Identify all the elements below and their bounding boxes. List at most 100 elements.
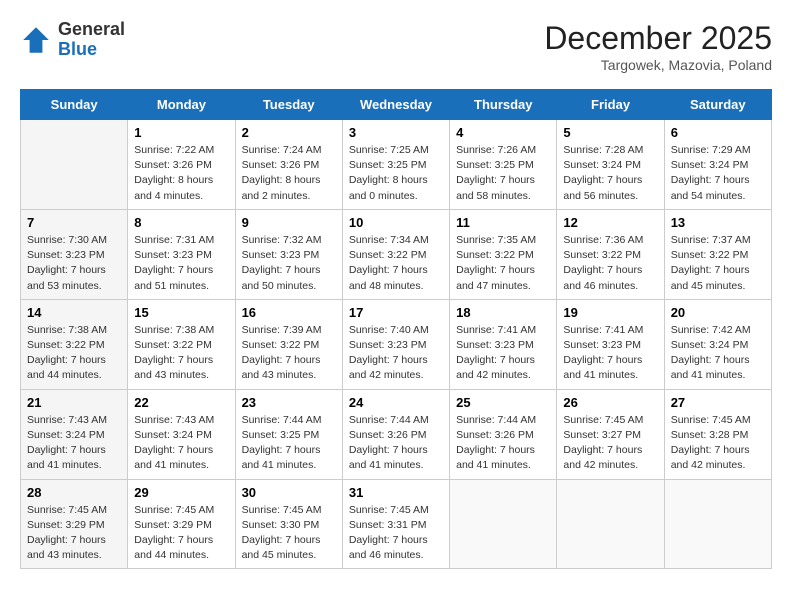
day-number: 13 [671,215,765,230]
day-info: Sunrise: 7:24 AMSunset: 3:26 PMDaylight:… [242,143,336,204]
location: Targowek, Mazovia, Poland [544,57,772,73]
day-info: Sunrise: 7:28 AMSunset: 3:24 PMDaylight:… [563,143,657,204]
day-cell: 24 Sunrise: 7:44 AMSunset: 3:26 PMDayligh… [342,389,449,479]
day-cell: 28Sunrise: 7:45 AMSunset: 3:29 PMDayligh… [21,479,128,569]
day-info: Sunrise: 7:26 AMSunset: 3:25 PMDaylight:… [456,143,550,204]
day-number: 11 [456,215,550,230]
day-number: 10 [349,215,443,230]
day-number: 18 [456,305,550,320]
week-row-5: 28Sunrise: 7:45 AMSunset: 3:29 PMDayligh… [21,479,772,569]
day-cell: 22Sunrise: 7:43 AMSunset: 3:24 PMDayligh… [128,389,235,479]
title-block: December 2025 Targowek, Mazovia, Poland [544,20,772,73]
day-number: 2 [242,125,336,140]
logo-general: General [58,19,125,39]
header-cell-thursday: Thursday [450,90,557,120]
day-cell: 20 Sunrise: 7:42 AMSunset: 3:24 PMDayligh… [664,299,771,389]
day-number: 16 [242,305,336,320]
day-info: Sunrise: 7:32 AMSunset: 3:23 PMDaylight:… [242,233,336,294]
calendar-body: 1 Sunrise: 7:22 AMSunset: 3:26 PMDaylight… [21,120,772,569]
day-info: Sunrise: 7:45 AMSunset: 3:29 PMDaylight:… [27,503,121,564]
day-info: Sunrise: 7:42 AMSunset: 3:24 PMDaylight:… [671,323,765,384]
day-info: Sunrise: 7:30 AMSunset: 3:23 PMDaylight:… [27,233,121,294]
day-number: 31 [349,485,443,500]
day-info: Sunrise: 7:22 AMSunset: 3:26 PMDaylight:… [134,143,228,204]
day-cell: 31 Sunrise: 7:45 AMSunset: 3:31 PMDayligh… [342,479,449,569]
day-number: 9 [242,215,336,230]
day-info: Sunrise: 7:37 AMSunset: 3:22 PMDaylight:… [671,233,765,294]
header-cell-tuesday: Tuesday [235,90,342,120]
day-info: Sunrise: 7:44 AMSunset: 3:25 PMDaylight:… [242,413,336,474]
day-number: 1 [134,125,228,140]
day-number: 17 [349,305,443,320]
day-number: 29 [134,485,228,500]
day-cell: 14 Sunrise: 7:38 AMSunset: 3:22 PMDayligh… [21,299,128,389]
logo-blue: Blue [58,39,97,59]
day-number: 22 [134,395,228,410]
day-info: Sunrise: 7:31 AMSunset: 3:23 PMDaylight:… [134,233,228,294]
header-cell-sunday: Sunday [21,90,128,120]
day-cell: 3 Sunrise: 7:25 AMSunset: 3:25 PMDaylight… [342,120,449,210]
day-cell: 9 Sunrise: 7:32 AMSunset: 3:23 PMDaylight… [235,209,342,299]
day-cell: 29 Sunrise: 7:45 AMSunset: 3:29 PMDayligh… [128,479,235,569]
day-cell: 21 Sunrise: 7:43 AMSunset: 3:24 PMDayligh… [21,389,128,479]
day-cell: 8 Sunrise: 7:31 AMSunset: 3:23 PMDaylight… [128,209,235,299]
logo: General Blue [20,20,125,60]
day-info: Sunrise: 7:40 AMSunset: 3:23 PMDaylight:… [349,323,443,384]
day-cell: 25Sunrise: 7:44 AMSunset: 3:26 PMDayligh… [450,389,557,479]
day-cell: 10 Sunrise: 7:34 AMSunset: 3:22 PMDayligh… [342,209,449,299]
header-cell-saturday: Saturday [664,90,771,120]
day-number: 19 [563,305,657,320]
day-cell: 30Sunrise: 7:45 AMSunset: 3:30 PMDayligh… [235,479,342,569]
page-header: General Blue December 2025 Targowek, Maz… [20,20,772,73]
day-cell: 2 Sunrise: 7:24 AMSunset: 3:26 PMDaylight… [235,120,342,210]
day-number: 7 [27,215,121,230]
day-info: Sunrise: 7:44 AMSunset: 3:26 PMDaylight:… [349,413,443,474]
logo-text: General Blue [58,20,125,60]
day-info: Sunrise: 7:45 AMSunset: 3:30 PMDaylight:… [242,503,336,564]
day-number: 3 [349,125,443,140]
header-cell-friday: Friday [557,90,664,120]
day-cell: 4 Sunrise: 7:26 AMSunset: 3:25 PMDaylight… [450,120,557,210]
day-cell: 23Sunrise: 7:44 AMSunset: 3:25 PMDayligh… [235,389,342,479]
day-info: Sunrise: 7:25 AMSunset: 3:25 PMDaylight:… [349,143,443,204]
day-cell: 15Sunrise: 7:38 AMSunset: 3:22 PMDayligh… [128,299,235,389]
day-cell: 19 Sunrise: 7:41 AMSunset: 3:23 PMDayligh… [557,299,664,389]
day-info: Sunrise: 7:43 AMSunset: 3:24 PMDaylight:… [27,413,121,474]
day-cell [664,479,771,569]
day-number: 24 [349,395,443,410]
day-cell: 7 Sunrise: 7:30 AMSunset: 3:23 PMDaylight… [21,209,128,299]
week-row-1: 1 Sunrise: 7:22 AMSunset: 3:26 PMDaylight… [21,120,772,210]
day-number: 8 [134,215,228,230]
day-cell: 6 Sunrise: 7:29 AMSunset: 3:24 PMDaylight… [664,120,771,210]
day-cell: 17 Sunrise: 7:40 AMSunset: 3:23 PMDayligh… [342,299,449,389]
day-info: Sunrise: 7:29 AMSunset: 3:24 PMDaylight:… [671,143,765,204]
day-cell [450,479,557,569]
day-number: 5 [563,125,657,140]
day-cell: 26Sunrise: 7:45 AMSunset: 3:27 PMDayligh… [557,389,664,479]
week-row-3: 14 Sunrise: 7:38 AMSunset: 3:22 PMDayligh… [21,299,772,389]
day-cell: 16Sunrise: 7:39 AMSunset: 3:22 PMDayligh… [235,299,342,389]
day-info: Sunrise: 7:34 AMSunset: 3:22 PMDaylight:… [349,233,443,294]
calendar-table: SundayMondayTuesdayWednesdayThursdayFrid… [20,89,772,569]
day-number: 21 [27,395,121,410]
day-number: 14 [27,305,121,320]
header-cell-monday: Monday [128,90,235,120]
day-info: Sunrise: 7:45 AMSunset: 3:28 PMDaylight:… [671,413,765,474]
day-number: 20 [671,305,765,320]
day-cell: 18Sunrise: 7:41 AMSunset: 3:23 PMDayligh… [450,299,557,389]
day-number: 4 [456,125,550,140]
day-info: Sunrise: 7:41 AMSunset: 3:23 PMDaylight:… [563,323,657,384]
week-row-2: 7 Sunrise: 7:30 AMSunset: 3:23 PMDaylight… [21,209,772,299]
day-info: Sunrise: 7:38 AMSunset: 3:22 PMDaylight:… [27,323,121,384]
day-number: 15 [134,305,228,320]
day-info: Sunrise: 7:45 AMSunset: 3:31 PMDaylight:… [349,503,443,564]
day-cell: 1 Sunrise: 7:22 AMSunset: 3:26 PMDaylight… [128,120,235,210]
day-info: Sunrise: 7:45 AMSunset: 3:29 PMDaylight:… [134,503,228,564]
day-number: 6 [671,125,765,140]
day-cell: 13 Sunrise: 7:37 AMSunset: 3:22 PMDayligh… [664,209,771,299]
day-cell: 12Sunrise: 7:36 AMSunset: 3:22 PMDayligh… [557,209,664,299]
day-number: 26 [563,395,657,410]
day-number: 12 [563,215,657,230]
logo-icon [20,24,52,56]
calendar-header: SundayMondayTuesdayWednesdayThursdayFrid… [21,90,772,120]
